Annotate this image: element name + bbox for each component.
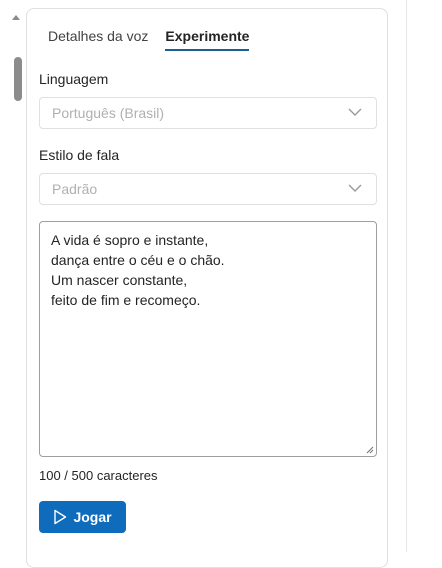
play-button[interactable]: Jogar [39,501,126,533]
play-icon [54,509,67,525]
tab-voice-details[interactable]: Detalhes da voz [48,28,148,51]
divider [406,0,407,552]
speaking-style-select-value: Padrão [52,181,98,197]
character-counter: 100 / 500 caracteres [39,468,158,483]
speaking-style-label: Estilo de fala [39,147,120,163]
text-line: Um nascer constante, [51,272,188,288]
text-line: dança entre o céu e o chão. [51,252,225,268]
chevron-down-icon [348,184,362,192]
chevron-down-icon [348,108,362,116]
language-select-value: Português (Brasil) [52,105,165,121]
resize-handle-icon[interactable] [366,446,374,454]
language-select[interactable]: Português (Brasil) [39,97,377,129]
tab-list: Detalhes da voz Experimente [48,28,266,51]
scrollbar-thumb[interactable] [14,57,22,101]
language-label: Linguagem [39,71,109,87]
text-input[interactable]: A vida é sopro e instante, dança entre o… [39,221,377,457]
play-button-label: Jogar [73,509,112,525]
tab-try-it[interactable]: Experimente [165,28,250,51]
scroll-up-arrow-icon[interactable] [12,15,20,20]
speaking-style-select[interactable]: Padrão [39,173,377,205]
text-line: feito de fim e recomeço. [51,292,201,308]
text-line: A vida é sopro e instante, [51,232,209,248]
